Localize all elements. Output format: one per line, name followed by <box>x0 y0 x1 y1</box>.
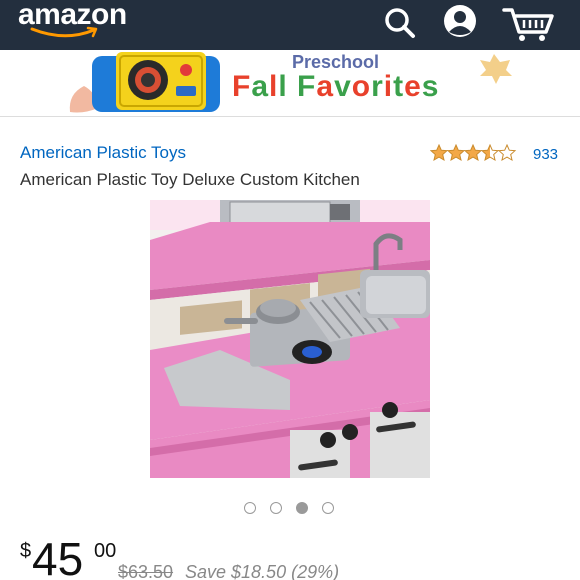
star-full-icon <box>430 144 448 161</box>
list-price: $63.50 <box>118 562 174 580</box>
camera-toy-image <box>92 52 220 112</box>
account-icon[interactable] <box>440 4 480 44</box>
product-image[interactable] <box>150 200 430 478</box>
product-title: American Plastic Toy Deluxe Custom Kitch… <box>20 170 360 189</box>
star-half-icon <box>481 144 499 161</box>
star-empty-icon <box>498 144 516 161</box>
autumn-leaf-icon <box>480 54 512 84</box>
brand-link[interactable]: American Plastic Toys <box>20 143 186 163</box>
image-carousel-dots <box>244 502 334 514</box>
star-full-icon <box>464 144 482 161</box>
price-currency: $ <box>20 540 32 562</box>
banner-title: Fall Favorites <box>232 70 440 103</box>
savings-text: Save $18.50 (29%) <box>185 562 340 580</box>
search-icon[interactable] <box>380 4 420 44</box>
star-rating[interactable] <box>430 144 520 162</box>
top-nav-bar: amazon <box>0 0 580 50</box>
cart-icon[interactable] <box>502 4 558 44</box>
price-whole: 45 <box>32 533 84 580</box>
rating-count-link[interactable]: 933 <box>533 146 558 163</box>
amazon-smile-icon <box>30 26 98 38</box>
carousel-dot[interactable] <box>322 502 334 514</box>
section-divider <box>0 116 580 117</box>
price-fraction: 00 <box>94 540 117 562</box>
promo-banner[interactable]: Preschool Fall Favorites <box>66 50 514 114</box>
carousel-dot[interactable] <box>296 502 308 514</box>
star-full-icon <box>447 144 465 161</box>
carousel-dot[interactable] <box>244 502 256 514</box>
carousel-dot[interactable] <box>270 502 282 514</box>
